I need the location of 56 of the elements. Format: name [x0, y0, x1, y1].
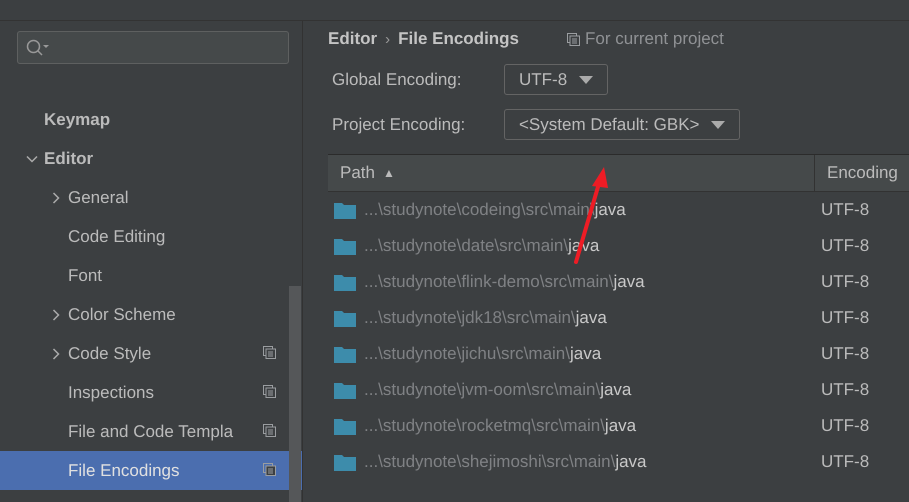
sidebar-item[interactable]: Keymap	[0, 100, 302, 139]
breadcrumb-item: Editor	[328, 29, 378, 49]
folder-icon	[334, 274, 356, 290]
path-cell: ...\studynote\flink-demo\src\main\java	[364, 272, 645, 292]
copy-icon	[263, 346, 276, 358]
sidebar-item[interactable]: General	[0, 178, 302, 217]
copy-icon	[567, 32, 580, 46]
sidebar-item[interactable]: Editor	[0, 139, 302, 178]
folder-icon	[334, 346, 356, 362]
column-header[interactable]: Path	[340, 163, 375, 183]
scope-note: For current project	[585, 29, 724, 49]
sidebar-item[interactable]: Color Scheme	[0, 295, 302, 334]
sidebar-item[interactable]: File and Code Templa	[0, 412, 302, 451]
breadcrumb-separator: ›	[385, 30, 390, 48]
chevron-right-icon[interactable]	[50, 348, 62, 360]
chevron-right-icon[interactable]	[50, 192, 62, 204]
copy-icon	[263, 424, 276, 436]
encoding-cell: UTF-8	[820, 452, 870, 472]
encoding-cell: UTF-8	[820, 344, 870, 364]
encoding-cell: UTF-8	[820, 380, 870, 400]
encoding-cell: UTF-8	[820, 272, 870, 292]
folder-icon	[334, 382, 356, 398]
encoding-cell: UTF-8	[820, 308, 870, 328]
folder-icon	[334, 418, 356, 434]
scrollbar[interactable]	[289, 286, 301, 502]
folder-icon	[334, 202, 356, 218]
sidebar-item[interactable]: Font	[0, 256, 302, 295]
caret-icon	[579, 76, 594, 84]
folder-icon	[334, 310, 356, 326]
sort-indicator: ▲	[382, 166, 395, 180]
encoding-dropdown[interactable]: <System Default: GBK>	[504, 109, 740, 140]
search-icon	[26, 38, 50, 56]
chevron-right-icon[interactable]	[50, 308, 62, 320]
sidebar-item[interactable]: Code Style	[0, 334, 302, 373]
breadcrumb-item: File Encodings	[398, 29, 520, 49]
path-cell: ...\studynote\shejimoshi\src\main\java	[364, 452, 647, 472]
sidebar-item[interactable]: Inspections	[0, 373, 302, 412]
search-field[interactable]	[17, 31, 289, 64]
path-cell: ...\studynote\rocketmq\src\main\java	[364, 416, 636, 436]
copy-icon	[263, 462, 276, 476]
sidebar-item[interactable]: File Encodings	[0, 451, 302, 490]
sidebar-item[interactable]: Code Editing	[0, 217, 302, 256]
encoding-cell: UTF-8	[820, 416, 870, 436]
path-cell: ...\studynote\jvm-oom\src\main\java	[364, 380, 632, 400]
folder-icon	[334, 454, 356, 470]
column-header[interactable]: Encoding	[827, 163, 898, 183]
caret-icon	[711, 120, 726, 128]
copy-icon	[263, 384, 276, 398]
path-cell: ...\studynote\jichu\src\main\java	[364, 344, 602, 364]
encoding-cell: UTF-8	[820, 200, 870, 220]
encoding-cell: UTF-8	[820, 236, 870, 256]
field-label: Global Encoding:	[331, 70, 462, 90]
folder-icon	[334, 238, 356, 254]
field-label: Project Encoding:	[331, 114, 466, 134]
path-cell: ...\studynote\jdk18\src\main\java	[364, 308, 607, 328]
encoding-dropdown[interactable]: UTF-8	[504, 64, 608, 95]
